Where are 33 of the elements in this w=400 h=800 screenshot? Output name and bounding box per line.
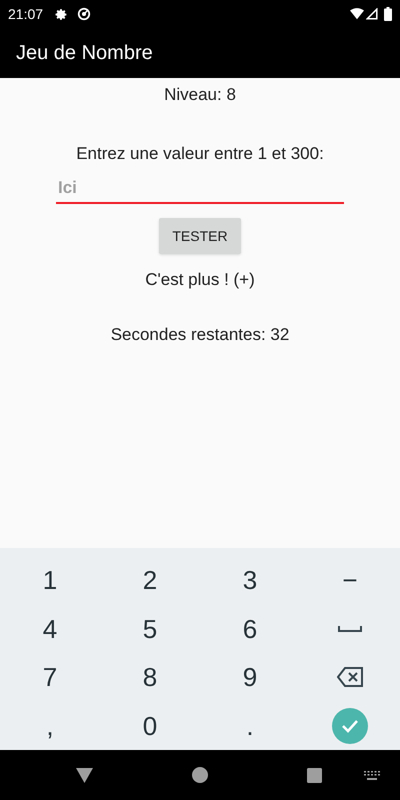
keyboard-key[interactable]: 5 <box>138 616 162 642</box>
keyboard-key[interactable]: 2 <box>138 567 162 594</box>
keyboard-key[interactable]: 0 <box>138 712 162 739</box>
wifi-icon <box>350 8 364 20</box>
space-key-icon[interactable] <box>338 626 362 632</box>
signal-icon <box>366 8 378 20</box>
keyboard-key[interactable]: 1 <box>38 567 62 594</box>
circle-icon <box>77 7 92 21</box>
home-icon[interactable] <box>192 767 208 783</box>
app-title: Jeu de Nombre <box>16 41 153 66</box>
keyboard-key[interactable]: . <box>242 712 258 739</box>
keyboard-key[interactable]: 9 <box>238 664 262 690</box>
battery-icon <box>384 7 392 21</box>
level-label: Niveau: 8 <box>164 84 236 106</box>
keyboard-key[interactable]: 7 <box>38 664 62 690</box>
keyboard-key[interactable]: 3 <box>238 567 262 594</box>
keyboard-key[interactable]: 4 <box>38 616 62 642</box>
keyboard-key[interactable]: 6 <box>238 616 262 642</box>
number-input[interactable]: Ici <box>56 174 344 204</box>
recents-icon[interactable] <box>307 768 322 782</box>
prompt-text: Entrez une valeur entre 1 et 300: <box>76 142 324 164</box>
keyboard-key[interactable]: , <box>42 712 58 739</box>
back-icon[interactable] <box>76 768 93 782</box>
status-time: 21:07 <box>8 4 44 24</box>
timer-text: Secondes restantes: 32 <box>110 324 290 346</box>
tester-button[interactable]: TESTER <box>159 218 241 254</box>
keyboard-icon[interactable] <box>364 770 380 780</box>
check-icon[interactable] <box>332 708 368 744</box>
backspace-icon[interactable] <box>337 667 363 688</box>
settings-icon <box>55 8 68 20</box>
keyboard-key[interactable]: 8 <box>138 664 162 690</box>
hint-text: C'est plus ! (+) <box>145 269 255 291</box>
keyboard-key[interactable]: − <box>338 567 362 594</box>
